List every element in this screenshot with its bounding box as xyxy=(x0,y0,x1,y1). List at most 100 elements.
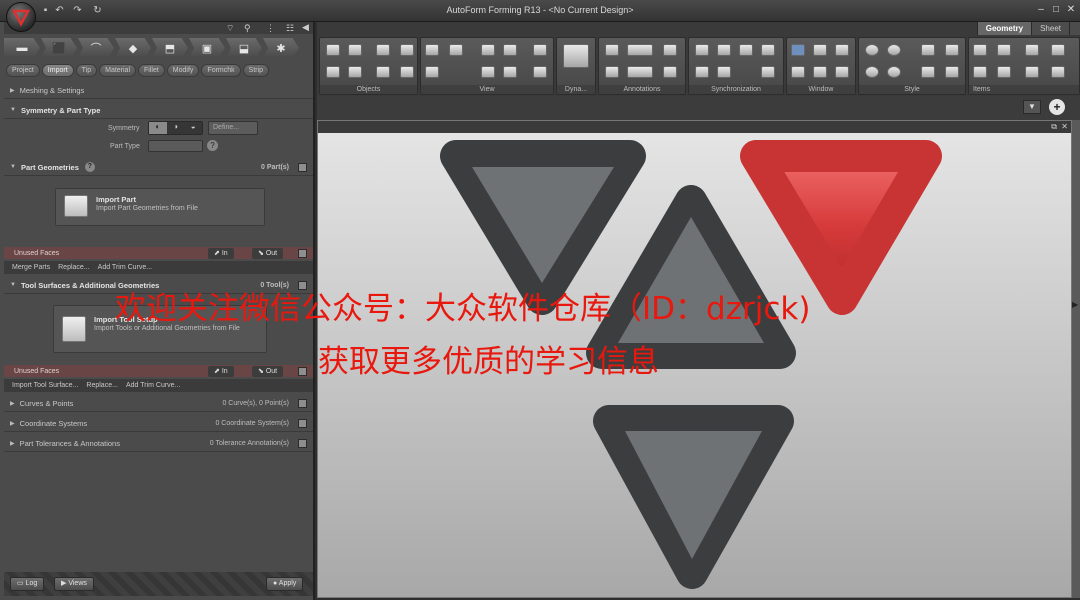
view-icon[interactable] xyxy=(533,44,547,56)
sync-icon[interactable] xyxy=(717,44,731,56)
sync-icon[interactable] xyxy=(695,44,709,56)
app-logo-icon[interactable] xyxy=(6,2,36,32)
item-icon[interactable] xyxy=(1025,66,1039,78)
in-button[interactable]: ⬈ In xyxy=(208,365,234,377)
expand-right-icon[interactable]: ▶ xyxy=(1072,300,1078,309)
tab-fillet[interactable]: Fillet xyxy=(138,64,165,77)
flow-step-modify[interactable]: ▣ xyxy=(189,38,225,58)
add-trim-curve-button[interactable]: Add Trim Curve... xyxy=(126,382,180,389)
item-icon[interactable] xyxy=(1025,44,1039,56)
merge-parts-button[interactable]: Merge Parts xyxy=(12,264,50,271)
collapse-left-icon[interactable]: ◀ xyxy=(302,22,309,33)
out-button[interactable]: ⬊ Out xyxy=(252,247,284,259)
apply-button[interactable]: ● Apply xyxy=(266,577,304,591)
symmetry-y-icon[interactable]: ◒ xyxy=(184,122,202,134)
part-geometries-section[interactable]: ▼ Part Geometries ? 0 Part(s) xyxy=(4,159,313,176)
import-part-card[interactable]: Import Part Import Part Geometries from … xyxy=(55,188,265,226)
window-split-icon[interactable] xyxy=(813,44,827,56)
visibility-checkbox[interactable] xyxy=(298,162,307,172)
window-icon[interactable] xyxy=(813,66,827,78)
part-type-select[interactable] xyxy=(148,140,203,152)
item-icon[interactable] xyxy=(1051,66,1065,78)
tab-modify[interactable]: Modify xyxy=(166,64,200,77)
flow-step-strip[interactable]: ✱ xyxy=(263,38,299,58)
replace-button[interactable]: Replace... xyxy=(58,264,90,271)
symmetry-none-icon[interactable]: ◐ xyxy=(149,122,167,134)
window-single-icon[interactable] xyxy=(791,44,805,56)
object-icon[interactable] xyxy=(348,44,362,56)
tab-material[interactable]: Material xyxy=(99,64,137,77)
help-icon[interactable]: ? xyxy=(207,140,218,151)
tab-formchk[interactable]: Formchk xyxy=(201,64,241,77)
add-trim-curve-button[interactable]: Add Trim Curve... xyxy=(98,264,152,271)
tab-import[interactable]: Import xyxy=(41,64,74,77)
faces-checkbox[interactable] xyxy=(298,248,307,258)
flow-step-formchk[interactable]: ⬓ xyxy=(226,38,262,58)
annotation-icon[interactable] xyxy=(627,44,653,56)
view-icon[interactable] xyxy=(425,66,439,78)
style-icon[interactable] xyxy=(921,66,935,78)
view-icon[interactable] xyxy=(449,44,463,56)
replace-button[interactable]: Replace... xyxy=(86,382,118,389)
visibility-checkbox[interactable] xyxy=(298,418,307,428)
sync-icon[interactable] xyxy=(717,66,731,78)
view-icon[interactable] xyxy=(503,66,517,78)
flow-step-project[interactable]: ▬ xyxy=(4,38,40,58)
style-icon[interactable] xyxy=(921,44,935,56)
flow-step-fillet[interactable]: ⬒ xyxy=(152,38,188,58)
window-icon[interactable] xyxy=(791,66,805,78)
help-icon[interactable]: ? xyxy=(84,162,95,172)
pin-icon[interactable]: ⚲ xyxy=(244,23,251,34)
annotation-icon[interactable] xyxy=(627,66,653,78)
annotation-icon[interactable] xyxy=(605,66,619,78)
sync-icon[interactable] xyxy=(695,66,709,78)
object-icon[interactable] xyxy=(376,66,390,78)
object-icon[interactable] xyxy=(348,66,362,78)
view-icon[interactable] xyxy=(503,44,517,56)
close-icon[interactable]: ✕ xyxy=(1064,4,1078,16)
item-icon[interactable] xyxy=(973,66,987,78)
dyna-icon[interactable] xyxy=(563,44,589,68)
in-button[interactable]: ⬈ In xyxy=(208,247,234,259)
flow-step-material[interactable]: ◆ xyxy=(115,38,151,58)
style-icon[interactable] xyxy=(945,44,959,56)
annotation-icon[interactable] xyxy=(605,44,619,56)
tab-sheet[interactable]: Sheet xyxy=(1031,22,1069,35)
item-icon[interactable] xyxy=(997,66,1011,78)
out-button[interactable]: ⬊ Out xyxy=(252,365,284,377)
link-icon[interactable] xyxy=(761,66,775,78)
sphere-icon[interactable] xyxy=(887,66,901,78)
tab-tip[interactable]: Tip xyxy=(75,64,98,77)
more-icon[interactable]: ⋮ xyxy=(266,23,275,34)
meshing-settings-section[interactable]: ▶ Meshing & Settings xyxy=(4,82,313,99)
object-icon[interactable] xyxy=(326,66,340,78)
views-button[interactable]: ▶ Views xyxy=(54,577,94,591)
object-icon[interactable] xyxy=(326,44,340,56)
annotation-icon[interactable] xyxy=(663,44,677,56)
part-tolerances-section[interactable]: ▶ Part Tolerances & Annotations 0 Tolera… xyxy=(4,435,313,452)
visibility-checkbox[interactable] xyxy=(298,398,307,408)
tab-geometry[interactable]: Geometry xyxy=(976,22,1032,35)
view-icon[interactable] xyxy=(425,44,439,56)
annotation-icon[interactable] xyxy=(663,66,677,78)
tree-icon[interactable]: ☷ xyxy=(286,23,294,34)
tab-strip[interactable]: Strip xyxy=(242,64,270,77)
sphere-icon[interactable] xyxy=(865,44,879,56)
view-icon[interactable] xyxy=(533,66,547,78)
sphere-icon[interactable] xyxy=(865,66,879,78)
coordinate-systems-section[interactable]: ▶ Coordinate Systems 0 Coordinate System… xyxy=(4,415,313,432)
view-icon[interactable] xyxy=(481,44,495,56)
add-view-icon[interactable]: + xyxy=(1049,99,1065,115)
flow-step-import[interactable]: ⬛ xyxy=(41,38,77,58)
visibility-checkbox[interactable] xyxy=(298,438,307,448)
curves-points-section[interactable]: ▶ Curves & Points 0 Curve(s), 0 Point(s) xyxy=(4,395,313,412)
maximize-icon[interactable]: □ xyxy=(1049,4,1063,16)
link-icon[interactable] xyxy=(761,44,775,56)
import-tool-surface-button[interactable]: Import Tool Surface... xyxy=(12,382,78,389)
tab-project[interactable]: Project xyxy=(6,64,40,77)
faces-checkbox[interactable] xyxy=(298,366,307,376)
item-icon[interactable] xyxy=(973,44,987,56)
item-icon[interactable] xyxy=(1051,44,1065,56)
chevron-down-icon[interactable]: ▼ xyxy=(1023,100,1041,114)
window-icon[interactable] xyxy=(835,66,849,78)
